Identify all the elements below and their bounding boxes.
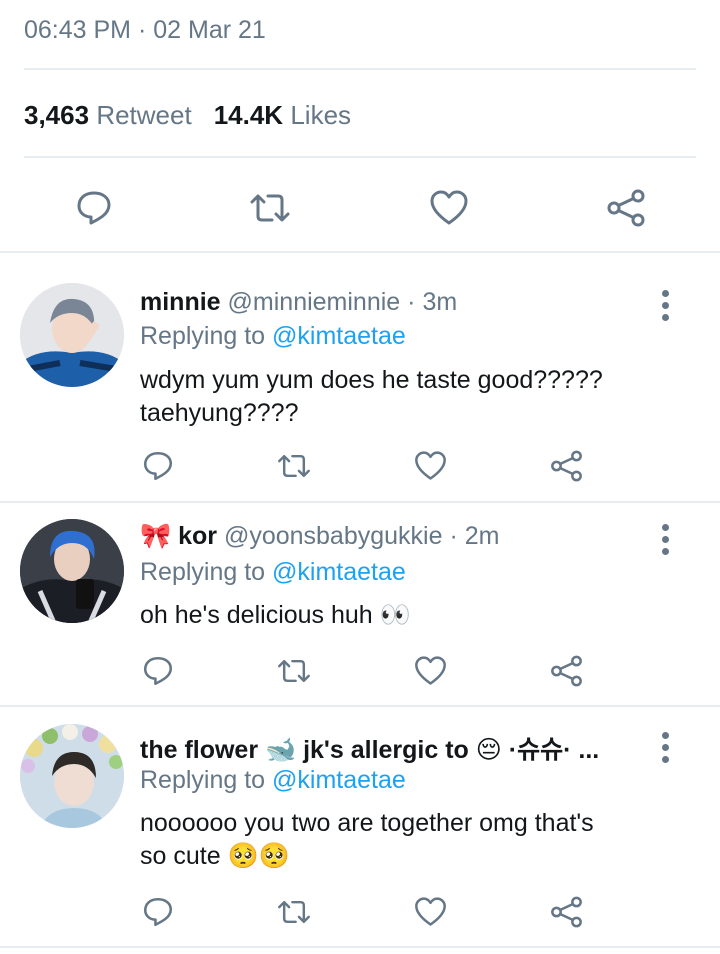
tweet-date: 02 Mar 21 [153,16,266,44]
heart-icon [414,656,446,685]
share-icon [550,896,582,928]
share-button[interactable] [548,894,584,930]
reply-header: the flower 🐋 jk's allergic to 😔 ·슈슈· ... [140,730,599,766]
replying-prefix: Replying to [140,558,266,586]
heart-icon [414,451,446,480]
replying-prefix: Replying to [140,766,266,794]
more-options-button[interactable] [656,522,676,562]
tweet-timestamp: 06:43 PM · 02 Mar 21 [24,16,266,45]
display-name[interactable]: 🎀 kor [140,522,217,550]
reply-bubble-icon [143,451,173,481]
share-button[interactable] [604,186,648,230]
replying-to: Replying to @kimtaetae [140,558,406,587]
retweet-button[interactable] [276,448,312,484]
tweet-stats: 3,463 Retweet 14.4K Likes [24,100,351,131]
reply-action-bar [0,894,720,934]
avatar[interactable] [20,283,124,387]
mention-link[interactable]: @kimtaetae [272,558,406,586]
retweet-stat[interactable]: 3,463 Retweet [24,100,192,130]
retweet-button[interactable] [276,894,312,930]
share-button[interactable] [548,653,584,689]
reply-header: minnie @minnieminnie · 3m [140,288,457,317]
replying-to: Replying to @kimtaetae [140,322,406,351]
reply-button[interactable] [140,448,176,484]
reply-tweet[interactable]: the flower 🐋 jk's allergic to 😔 ·슈슈· ...… [0,706,720,946]
replying-prefix: Replying to [140,322,266,350]
reply-text: noooooo you two are together omg that's … [140,809,594,870]
divider [24,68,696,70]
divider [24,156,696,158]
likes-count: 14.4K [213,100,284,130]
reply-bubble-icon [143,656,173,686]
divider [0,946,720,948]
mention-link[interactable]: @kimtaetae [272,766,406,794]
like-button[interactable] [412,653,448,689]
reply-action-bar [0,448,720,488]
reply-button[interactable] [72,186,116,230]
retweet-button[interactable] [276,653,312,689]
retweet-icon [278,454,310,478]
timestamp-separator: · [137,16,147,44]
likes-stat[interactable]: 14.4K Likes [214,100,351,130]
heart-icon [430,190,468,225]
reply-button[interactable] [140,653,176,689]
retweet-icon [278,659,310,683]
tweet-action-bar [0,183,720,233]
reply-text: wdym yum yum does he taste good????? tae… [140,366,603,427]
retweet-icon [278,900,310,924]
reply-time: 3m [422,288,458,316]
tweet-time: 06:43 PM [24,16,132,44]
user-handle[interactable]: @minnieminnie [228,288,401,316]
more-options-button[interactable] [656,288,676,328]
reply-bubble-icon [77,191,111,225]
reply-tweet[interactable]: 🎀 kor @yoonsbabygukkie · 2m Replying to … [0,502,720,704]
user-handle[interactable]: @yoonsbabygukkie [224,522,443,550]
share-icon [607,189,645,227]
reply-bubble-icon [143,897,173,927]
likes-label: Likes [290,100,352,130]
reply-button[interactable] [140,894,176,930]
dot-separator: · [449,522,458,550]
display-name[interactable]: minnie [140,288,221,316]
like-button[interactable] [412,448,448,484]
avatar[interactable] [20,519,124,623]
share-icon [550,655,582,687]
share-button[interactable] [548,448,584,484]
retweet-button[interactable] [248,186,292,230]
reply-tweet[interactable]: minnie @minnieminnie · 3m Replying to @k… [0,252,720,500]
like-button[interactable] [412,894,448,930]
share-icon [550,450,582,482]
more-options-button[interactable] [656,730,676,770]
dot-separator: · [407,288,416,316]
reply-action-bar [0,653,720,693]
reply-time: 2m [464,522,500,550]
mention-link[interactable]: @kimtaetae [272,322,406,350]
like-button[interactable] [427,186,471,230]
reply-text: oh he's delicious huh 👀 [140,601,411,629]
avatar[interactable] [20,724,124,828]
retweet-icon [250,194,290,222]
display-name[interactable]: the flower 🐋 jk's allergic to 😔 ·슈슈· ... [140,736,599,764]
retweet-count: 3,463 [24,100,90,130]
replying-to: Replying to @kimtaetae [140,766,406,795]
heart-icon [414,897,446,926]
retweet-label: Retweet [96,100,192,130]
reply-header: 🎀 kor @yoonsbabygukkie · 2m [140,522,499,551]
